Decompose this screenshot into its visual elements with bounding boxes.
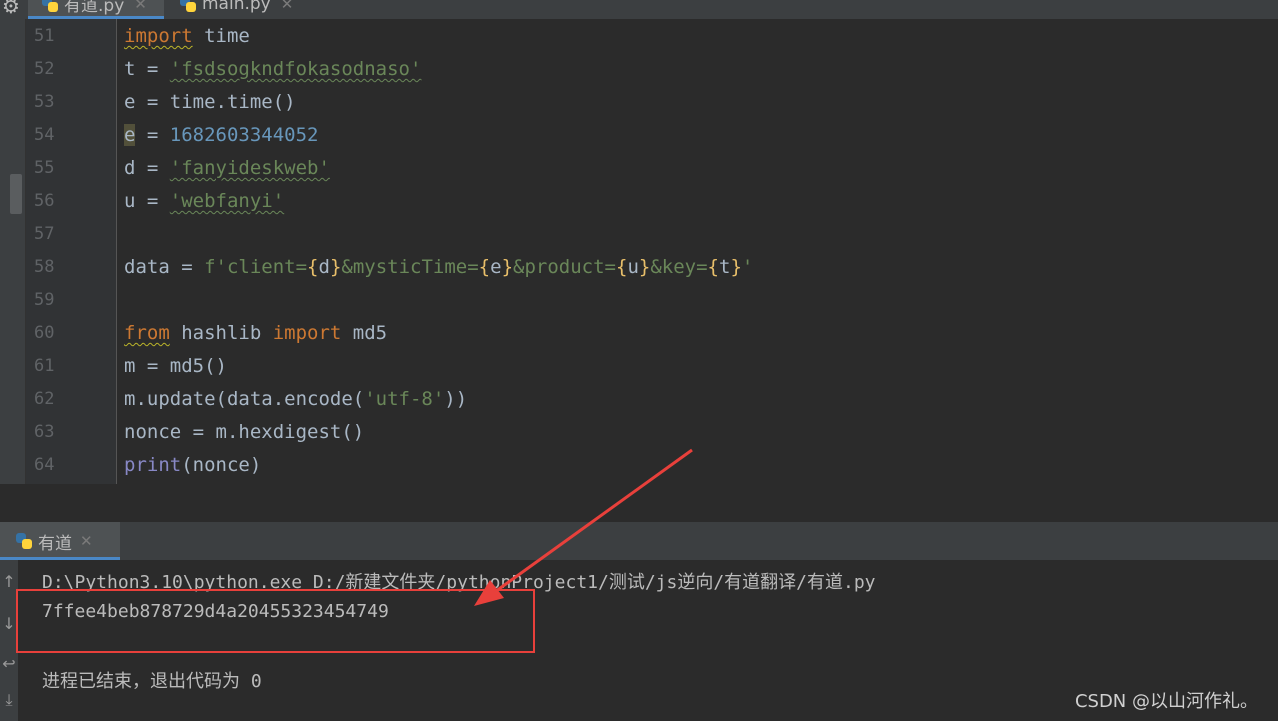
line-number: 57 [34,224,55,244]
code-line-62[interactable]: m.update(data.encode('utf-8')) [124,383,467,416]
line-number: 52 [34,59,55,79]
line-number: 62 [34,389,55,409]
tab-label: 有道.py [64,0,125,16]
line-number: 51 [34,26,55,46]
line-number: 55 [34,158,55,178]
run-tab-label: 有道 [38,533,72,554]
left-tool-strip [0,19,26,484]
code-line-55[interactable]: d = 'fanyideskweb' [124,152,330,185]
line-number: 59 [34,290,55,310]
code-line-56[interactable]: u = 'webfanyi' [124,185,284,218]
line-number: 60 [34,323,55,343]
line-number: 56 [34,191,55,211]
code-line-53[interactable]: e = time.time() [124,86,296,119]
tab-label: main.py [202,0,271,14]
run-panel-header: 有道 ✕ [0,522,1278,561]
watermark: CSDN @以山河作礼。 [1074,691,1258,712]
gear-icon[interactable]: ⚙ [2,0,24,18]
console-exit-message: 进程已结束，退出代码为 0 [42,671,262,692]
panel-splitter[interactable] [0,484,1278,522]
python-file-icon [180,0,196,12]
gutter-divider [116,19,117,484]
close-icon[interactable]: ✕ [134,0,147,13]
python-file-icon [42,0,58,12]
scroll-to-end-icon[interactable]: ⤓ [0,688,18,712]
code-line-51[interactable]: import time [124,20,250,53]
python-file-icon [16,533,32,549]
scrollbar-thumb[interactable] [10,174,22,214]
highlight-box [16,589,535,653]
line-number: 54 [34,125,55,145]
line-number: 53 [34,92,55,112]
tab-youdao-py[interactable]: 有道.py ✕ [28,0,164,19]
line-number-gutter: 51 52 53 54 55 56 57 58 59 60 61 62 63 6… [26,19,116,484]
code-line-60[interactable]: from hashlib import md5 [124,317,387,350]
code-line-64[interactable]: print(nonce) [124,449,261,482]
code-line-63[interactable]: nonce = m.hexdigest() [124,416,364,449]
code-line-58[interactable]: data = f'client={d}&mysticTime={e}&produ… [124,251,753,284]
tab-main-py[interactable]: main.py ✕ [180,0,310,19]
code-editor[interactable]: 51 52 53 54 55 56 57 58 59 60 61 62 63 6… [26,19,1278,484]
close-icon[interactable]: ✕ [80,532,93,550]
editor-tab-bar: ⚙ 有道.py ✕ main.py ✕ [0,0,1278,20]
code-line-61[interactable]: m = md5() [124,350,227,383]
line-number: 58 [34,257,55,277]
code-line-54[interactable]: e = 1682603344052 [124,119,319,152]
line-number: 64 [34,455,55,475]
run-tab-youdao[interactable]: 有道 ✕ [0,522,120,560]
line-number: 63 [34,422,55,442]
close-icon[interactable]: ✕ [281,0,294,13]
soft-wrap-icon[interactable]: ↩ [0,652,18,676]
code-line-52[interactable]: t = 'fsdsogkndfokasodnaso' [124,53,421,86]
line-number: 61 [34,356,55,376]
